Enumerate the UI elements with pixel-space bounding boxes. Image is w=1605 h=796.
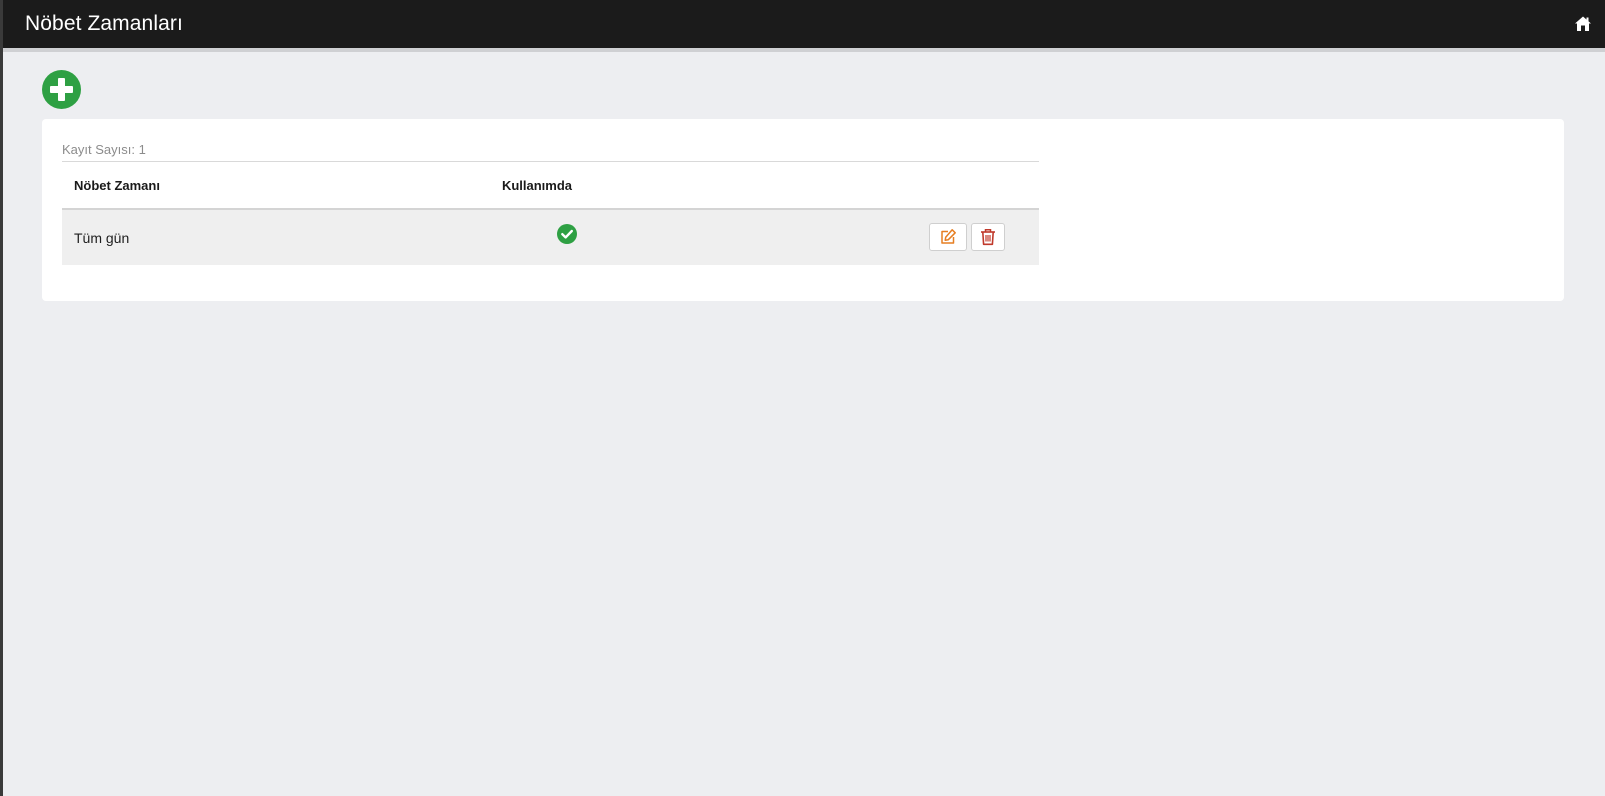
window-edge xyxy=(0,0,3,796)
page-title: Nöbet Zamanları xyxy=(25,12,183,35)
table-row: Tüm gün xyxy=(62,210,1039,265)
header-divider xyxy=(3,48,1605,52)
trash-icon xyxy=(981,229,995,246)
delete-button[interactable] xyxy=(971,223,1005,251)
top-navbar: Nöbet Zamanları xyxy=(3,0,1605,48)
home-icon[interactable] xyxy=(1574,15,1592,33)
list-card: Kayıt Sayısı: 1 Nöbet Zamanı Kullanımda … xyxy=(42,119,1564,301)
record-count: Kayıt Sayısı: 1 xyxy=(62,142,146,157)
column-header-kullanimda: Kullanımda xyxy=(501,178,573,193)
divider xyxy=(62,161,1039,162)
add-button[interactable] xyxy=(42,70,81,109)
check-circle-icon xyxy=(557,224,577,244)
plus-circle-icon xyxy=(42,70,81,109)
row-name: Tüm gün xyxy=(74,230,130,246)
edit-button[interactable] xyxy=(929,223,967,251)
edit-icon xyxy=(941,229,956,244)
column-header-nobet-zamani: Nöbet Zamanı xyxy=(74,178,160,193)
